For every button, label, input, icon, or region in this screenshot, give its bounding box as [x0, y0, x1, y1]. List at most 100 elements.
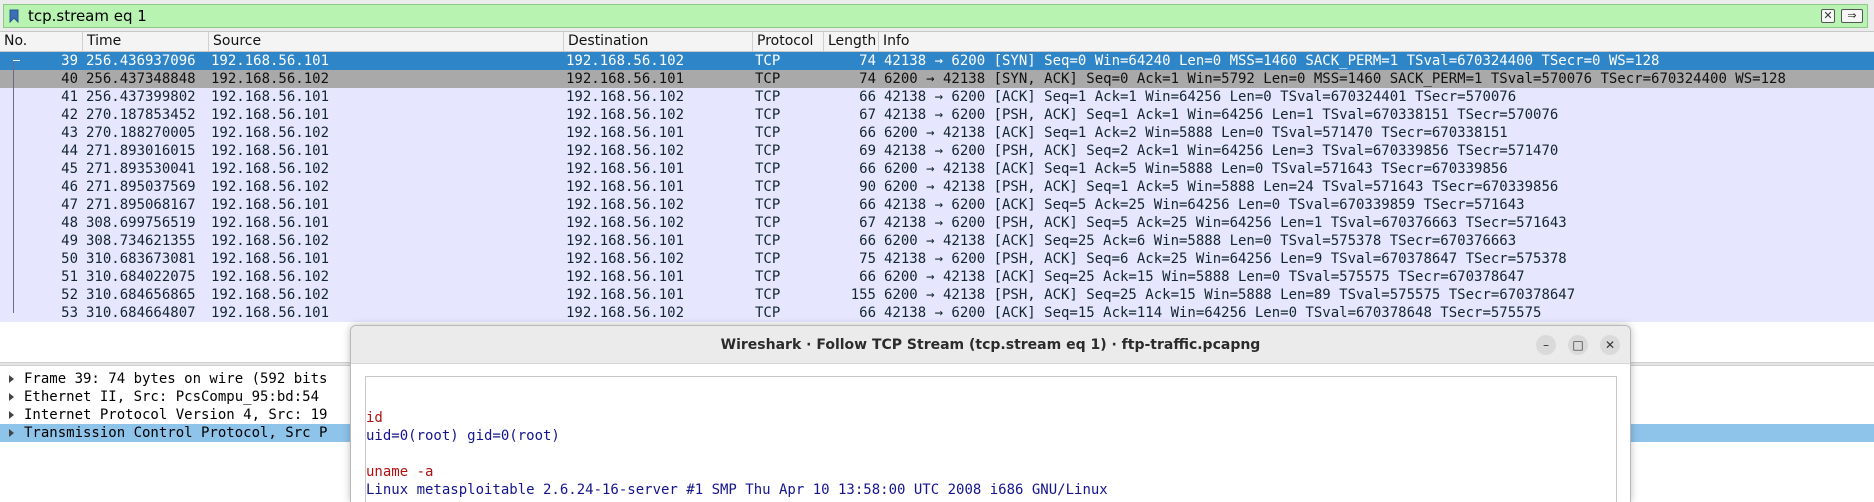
packet-cell-no: 46	[61, 179, 78, 195]
packet-cell-proto: TCP	[755, 233, 781, 249]
packet-row[interactable]: 53 310.684664807 192.168.56.101 192.168.56.…	[0, 304, 1874, 322]
packet-row[interactable]: 52 310.684656865 192.168.56.102 192.168.56.…	[0, 286, 1874, 304]
packet-cell-info: 42138 → 6200 [PSH, ACK] Seq=1 Ack=1 Win=…	[884, 107, 1559, 123]
packet-cell-time: 270.187853452	[86, 107, 196, 123]
packet-cell-src: 192.168.56.102	[211, 179, 330, 195]
packet-cell-info: 42138 → 6200 [ACK] Seq=1 Ack=1 Win=64256…	[884, 89, 1517, 105]
column-header-source[interactable]: Source	[209, 32, 564, 51]
packet-row[interactable]: 44 271.893016015 192.168.56.101 192.168.56.…	[0, 142, 1874, 160]
packet-row[interactable]: 48 308.699756519 192.168.56.101 192.168.56.…	[0, 214, 1874, 232]
packet-cell-dst: 192.168.56.101	[566, 269, 685, 285]
packet-cell-src: 192.168.56.101	[211, 53, 330, 69]
expand-arrow-icon[interactable]	[9, 429, 14, 437]
packet-cell-len: 74	[859, 71, 876, 87]
minimize-icon[interactable]: –	[1536, 335, 1556, 355]
packet-cell-len: 66	[859, 305, 876, 321]
packet-cell-proto: TCP	[755, 269, 781, 285]
stream-server-line: uid=0(root) gid=0(root)	[366, 428, 560, 444]
packet-cell-no: 44	[61, 143, 78, 159]
packet-row[interactable]: 42 270.187853452 192.168.56.101 192.168.56.…	[0, 106, 1874, 124]
packet-cell-info: 6200 → 42138 [ACK] Seq=1 Ack=5 Win=5888 …	[884, 161, 1508, 177]
follow-tcp-stream-dialog: Wireshark · Follow TCP Stream (tcp.strea…	[350, 325, 1631, 502]
packet-cell-time: 271.893530041	[86, 161, 196, 177]
packet-cell-proto: TCP	[755, 179, 781, 195]
close-icon[interactable]: ✕	[1600, 335, 1620, 355]
packet-cell-src: 192.168.56.102	[211, 233, 330, 249]
packet-row[interactable]: 46 271.895037569 192.168.56.102 192.168.56.…	[0, 178, 1874, 196]
clear-icon[interactable]: ✕	[1821, 9, 1835, 23]
column-header-no[interactable]: No.	[0, 32, 83, 51]
packet-cell-proto: TCP	[755, 287, 781, 303]
packet-cell-dst: 192.168.56.102	[566, 197, 685, 213]
packet-cell-time: 256.436937096	[86, 53, 196, 69]
packet-cell-proto: TCP	[755, 215, 781, 231]
packet-cell-dst: 192.168.56.102	[566, 305, 685, 321]
details-row-label: Ethernet II, Src: PcsCompu_95:bd:54	[24, 389, 320, 405]
packet-row[interactable]: 49 308.734621355 192.168.56.102 192.168.56.…	[0, 232, 1874, 250]
stream-content-area[interactable]: id uid=0(root) gid=0(root) uname -a Linu…	[365, 376, 1617, 502]
maximize-icon[interactable]: □	[1568, 335, 1588, 355]
expand-arrow-icon[interactable]	[9, 393, 14, 401]
packet-cell-no: 41	[61, 89, 78, 105]
column-header-time[interactable]: Time	[83, 32, 209, 51]
expand-arrow-icon[interactable]	[9, 411, 14, 419]
packet-cell-src: 192.168.56.102	[211, 269, 330, 285]
packet-cell-proto: TCP	[755, 71, 781, 87]
packet-row[interactable]: 45 271.893530041 192.168.56.102 192.168.56.…	[0, 160, 1874, 178]
packet-cell-info: 6200 → 42138 [PSH, ACK] Seq=1 Ack=5 Win=…	[884, 179, 1559, 195]
packet-cell-proto: TCP	[755, 53, 781, 69]
packet-cell-src: 192.168.56.102	[211, 161, 330, 177]
display-filter-text[interactable]: tcp.stream eq 1	[28, 7, 147, 25]
packet-cell-info: 6200 → 42138 [PSH, ACK] Seq=25 Ack=15 Wi…	[884, 287, 1576, 303]
packet-cell-dst: 192.168.56.101	[566, 233, 685, 249]
packet-cell-info: 42138 → 6200 [PSH, ACK] Seq=5 Ack=25 Win…	[884, 215, 1567, 231]
packet-cell-len: 66	[859, 161, 876, 177]
packet-cell-src: 192.168.56.101	[211, 251, 330, 267]
packet-cell-proto: TCP	[755, 197, 781, 213]
apply-arrow-icon[interactable]: ⇒	[1841, 9, 1863, 23]
packet-cell-len: 75	[859, 251, 876, 267]
packet-cell-info: 6200 → 42138 [SYN, ACK] Seq=0 Ack=1 Win=…	[884, 71, 1786, 87]
bookmark-icon[interactable]	[9, 9, 19, 24]
packet-cell-no: 49	[61, 233, 78, 249]
packet-cell-time: 256.437399802	[86, 89, 196, 105]
column-header-protocol[interactable]: Protocol	[753, 32, 824, 51]
packet-row[interactable]: 47 271.895068167 192.168.56.101 192.168.56.…	[0, 196, 1874, 214]
packet-cell-dst: 192.168.56.101	[566, 287, 685, 303]
dialog-title: Wireshark · Follow TCP Stream (tcp.strea…	[720, 337, 1261, 353]
packet-row[interactable]: 50 310.683673081 192.168.56.101 192.168.56.…	[0, 250, 1874, 268]
packet-cell-proto: TCP	[755, 251, 781, 267]
details-row-label: Frame 39: 74 bytes on wire (592 bits	[24, 371, 328, 387]
packet-cell-dst: 192.168.56.102	[566, 251, 685, 267]
packet-cell-src: 192.168.56.101	[211, 215, 330, 231]
packet-cell-no: 42	[61, 107, 78, 123]
packet-cell-time: 308.699756519	[86, 215, 196, 231]
column-header-info[interactable]: Info	[879, 32, 1874, 51]
display-filter-input[interactable]: tcp.stream eq 1 ✕ ⇒	[3, 4, 1868, 28]
packet-cell-len: 66	[859, 233, 876, 249]
stream-client-line: id	[366, 410, 383, 426]
packet-row[interactable]: 39 256.436937096 192.168.56.101 192.168.56.…	[0, 52, 1874, 70]
packet-row[interactable]: 41 256.437399802 192.168.56.101 192.168.56.…	[0, 88, 1874, 106]
expand-arrow-icon[interactable]	[9, 375, 14, 383]
packet-cell-len: 66	[859, 89, 876, 105]
dialog-titlebar[interactable]: Wireshark · Follow TCP Stream (tcp.strea…	[351, 326, 1630, 364]
packet-row[interactable]: 43 270.188270005 192.168.56.102 192.168.56.…	[0, 124, 1874, 142]
column-header-length[interactable]: Length	[824, 32, 879, 51]
stream-server-line: Linux metasploitable 2.6.24-16-server #1…	[366, 482, 1108, 498]
packet-cell-dst: 192.168.56.102	[566, 89, 685, 105]
column-header-destination[interactable]: Destination	[564, 32, 753, 51]
packet-cell-dst: 192.168.56.102	[566, 53, 685, 69]
packet-row[interactable]: 51 310.684022075 192.168.56.102 192.168.56.…	[0, 268, 1874, 286]
packet-cell-info: 6200 → 42138 [ACK] Seq=1 Ack=2 Win=5888 …	[884, 125, 1508, 141]
packet-cell-info: 6200 → 42138 [ACK] Seq=25 Ack=15 Win=588…	[884, 269, 1525, 285]
details-row-label: Internet Protocol Version 4, Src: 19	[24, 407, 328, 423]
packet-cell-info: 42138 → 6200 [ACK] Seq=5 Ack=25 Win=6425…	[884, 197, 1525, 213]
packet-cell-info: 42138 → 6200 [PSH, ACK] Seq=2 Ack=1 Win=…	[884, 143, 1559, 159]
packet-cell-dst: 192.168.56.101	[566, 125, 685, 141]
packet-cell-src: 192.168.56.101	[211, 89, 330, 105]
display-filter-toolbar: tcp.stream eq 1 ✕ ⇒	[0, 0, 1874, 32]
packet-cell-src: 192.168.56.102	[211, 125, 330, 141]
packet-row[interactable]: 40 256.437348848 192.168.56.102 192.168.56.…	[0, 70, 1874, 88]
packet-cell-no: 45	[61, 161, 78, 177]
